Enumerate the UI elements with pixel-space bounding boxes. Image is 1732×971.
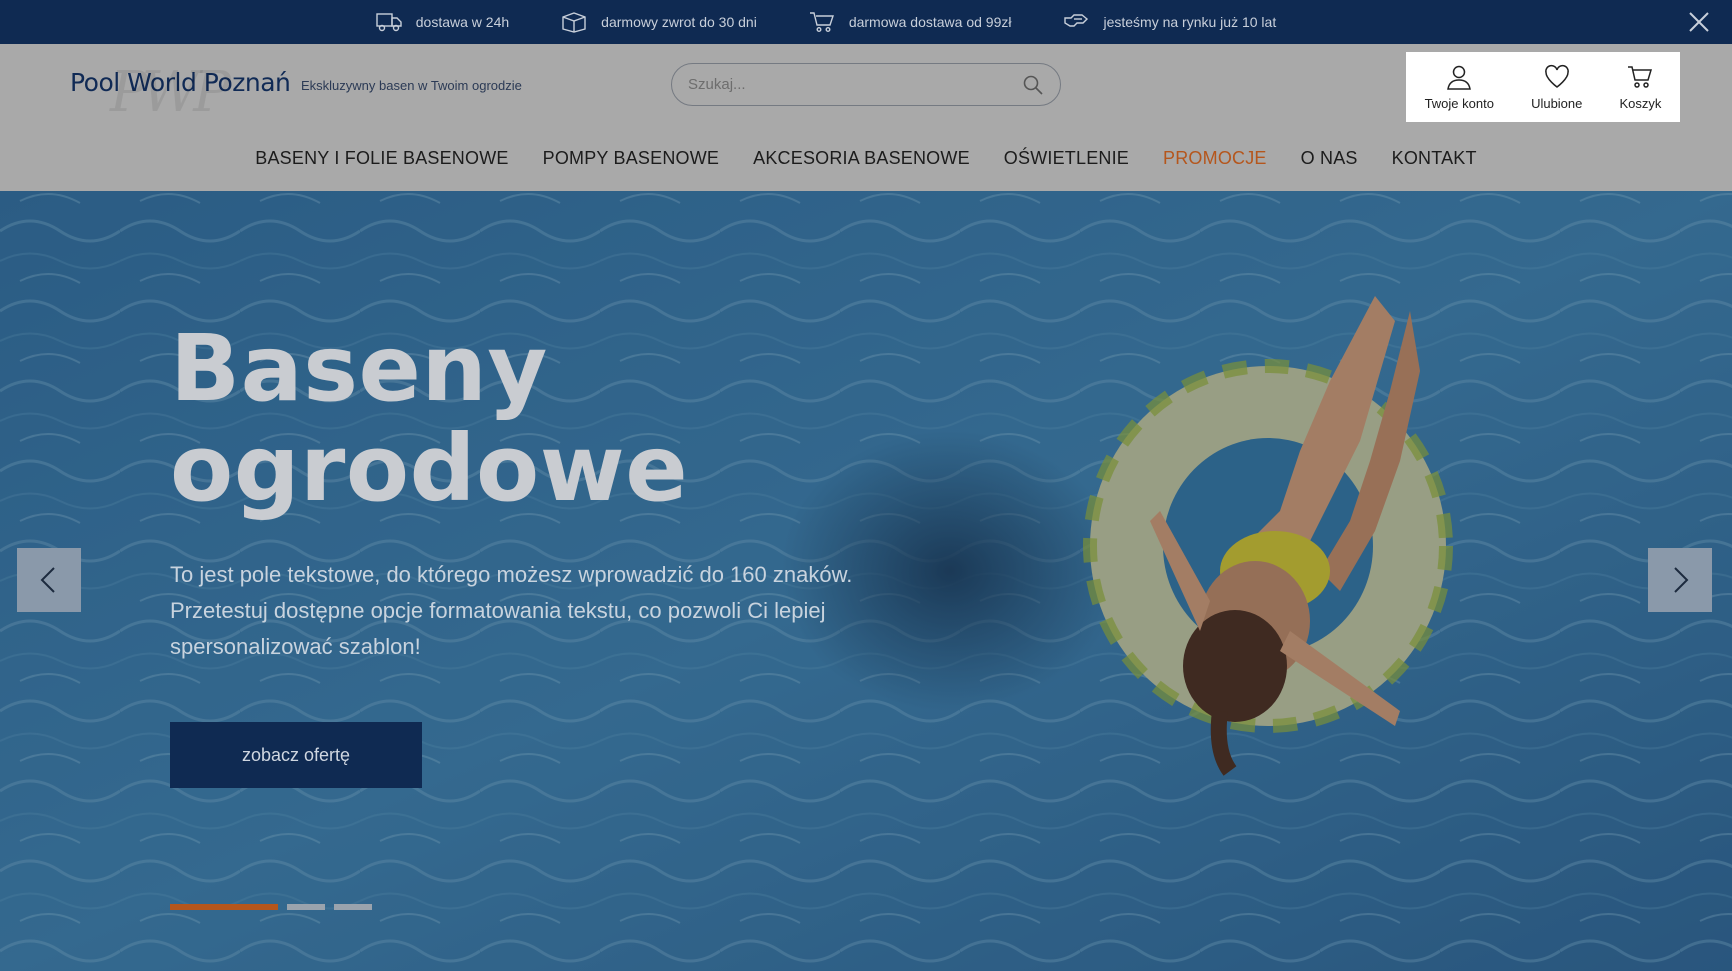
- cart-label: Koszyk: [1619, 95, 1662, 111]
- search-input[interactable]: [688, 76, 1022, 93]
- topbar-item-return: darmowy zwrot do 30 dni: [561, 11, 757, 33]
- nav-item-oswietlenie[interactable]: OŚWIETLENIE: [1004, 148, 1129, 169]
- close-icon[interactable]: [1688, 11, 1710, 33]
- delivery-truck-icon: [376, 13, 402, 32]
- cart-icon: [809, 12, 834, 33]
- hero-description: To jest pole tekstowe, do którego możesz…: [170, 562, 853, 659]
- topbar-item-delivery: dostawa w 24h: [376, 11, 509, 33]
- favorites-label: Ulubione: [1531, 95, 1583, 111]
- topbar-item-experience: jesteśmy na rynku już 10 lat: [1063, 11, 1276, 33]
- logo[interactable]: PWP Pool World Poznań: [70, 60, 291, 125]
- hero-title: Baseny ogrodowe: [170, 319, 688, 519]
- main-nav: BASENY I FOLIE BASENOWE POMPY BASENOWE A…: [0, 148, 1732, 169]
- nav-item-akcesoria[interactable]: AKCESORIA BASENOWE: [753, 148, 970, 169]
- logo-mark: PWP: [110, 60, 231, 125]
- nav-item-promocje[interactable]: PROMOCJE: [1163, 148, 1267, 169]
- slide-dot-3[interactable]: [334, 904, 372, 910]
- return-box-icon: [562, 12, 586, 33]
- slide-dot-1[interactable]: [170, 904, 278, 910]
- topbar-free-shipping-label: darmowa dostawa od 99zł: [848, 14, 1012, 30]
- topbar-delivery-label: dostawa w 24h: [415, 14, 510, 30]
- cart-button[interactable]: Koszyk: [1619, 64, 1662, 111]
- tagline: Ekskluzywny basen w Twoim ogrodzie: [301, 78, 522, 93]
- topbar-item-free-shipping: darmowa dostawa od 99zł: [809, 11, 1012, 33]
- handshake-icon: [1064, 14, 1089, 27]
- user-actions: Twoje konto Ulubione Koszyk: [1406, 52, 1680, 122]
- nav-item-pompy[interactable]: POMPY BASENOWE: [543, 148, 720, 169]
- search-icon[interactable]: [1022, 74, 1044, 96]
- hero-title-line1: Baseny: [170, 315, 548, 422]
- cart-icon: [1628, 65, 1653, 88]
- chevron-left-icon: [40, 567, 55, 593]
- search-box: [671, 63, 1061, 106]
- nav-item-baseny[interactable]: BASENY I FOLIE BASENOWE: [255, 148, 508, 169]
- favorites-button[interactable]: Ulubione: [1531, 64, 1582, 111]
- slider-prev-button[interactable]: [17, 548, 81, 612]
- slider-next-button[interactable]: [1648, 548, 1712, 612]
- account-label: Twoje konto: [1424, 95, 1494, 111]
- nav-item-o-nas[interactable]: O NAS: [1301, 148, 1358, 169]
- top-info-bar: dostawa w 24h darmowy zwrot do 30 dni da…: [0, 0, 1732, 44]
- nav-item-kontakt[interactable]: KONTAKT: [1392, 148, 1477, 169]
- hero-slider: Baseny ogrodowe To jest pole tekstowe, d…: [0, 191, 1732, 971]
- chevron-right-icon: [1674, 567, 1689, 593]
- site-header: PWP Pool World Poznań Ekskluzywny basen …: [0, 44, 1732, 191]
- topbar-return-label: darmowy zwrot do 30 dni: [601, 14, 757, 30]
- hero-title-line2: ogrodowe: [170, 415, 689, 522]
- account-button[interactable]: Twoje konto: [1425, 64, 1494, 111]
- topbar-experience-label: jesteśmy na rynku już 10 lat: [1103, 14, 1277, 30]
- see-offer-button[interactable]: zobacz ofertę: [170, 722, 422, 788]
- topbar-list: dostawa w 24h darmowy zwrot do 30 dni da…: [350, 11, 1302, 33]
- slide-dot-2[interactable]: [287, 904, 325, 910]
- slider-pagination: [170, 904, 372, 910]
- heart-icon: [1544, 64, 1569, 88]
- user-icon: [1447, 65, 1472, 90]
